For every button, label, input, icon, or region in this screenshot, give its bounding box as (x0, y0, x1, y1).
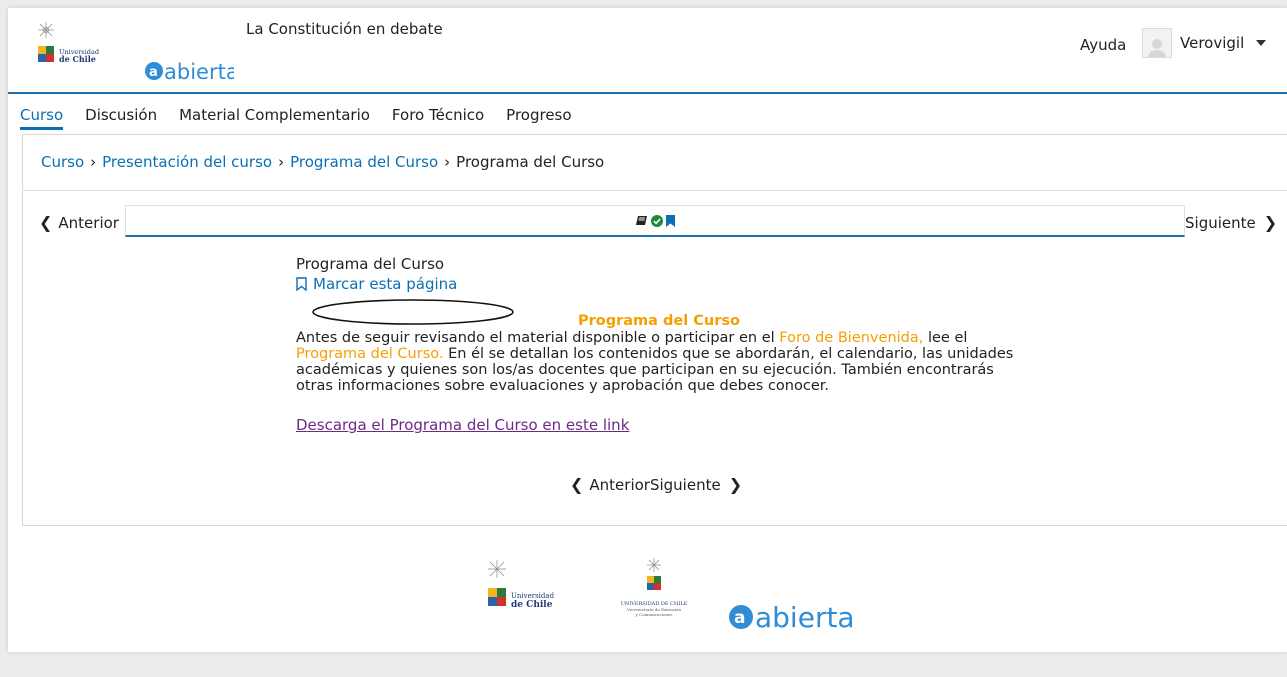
svg-text:y Comunicaciones: y Comunicaciones (635, 612, 673, 617)
content-heading: Programa del Curso (578, 313, 740, 329)
download-program-link[interactable]: Descarga el Programa del Curso en este l… (296, 416, 629, 434)
bookmark-button[interactable]: Marcar esta página (296, 275, 457, 293)
star-icon (488, 560, 506, 578)
star-icon (647, 558, 661, 572)
breadcrumb-separator: › (90, 153, 97, 171)
bottom-sequence-nav: ❮ Anterior Siguiente ❯ (570, 475, 742, 494)
header: Universidad de Chile a abierta La Consti… (8, 8, 1287, 92)
bookmark-label: Marcar esta página (313, 275, 458, 293)
footer-university-logo[interactable]: Universidad de Chile (485, 558, 585, 632)
course-title: La Constitución en debate (246, 20, 443, 38)
username: Verovigil (1180, 34, 1245, 52)
bottom-next-button[interactable]: Siguiente ❯ (650, 475, 742, 494)
svg-text:a: a (734, 608, 745, 628)
paragraph-text: lee el (923, 330, 968, 346)
footer-vicerrectoria-logo[interactable]: UNIVERSIDAD DE CHILE Vicerrectoría de Ex… (611, 556, 711, 632)
footer-abierta-logo[interactable]: a abierta (728, 600, 858, 638)
sequence-next-label: Siguiente (1185, 213, 1256, 232)
bottom-prev-label: Anterior (589, 475, 650, 494)
tab-discusion[interactable]: Discusión (85, 106, 157, 130)
svg-text:Universidad: Universidad (511, 592, 555, 600)
tab-foro-tecnico[interactable]: Foro Técnico (392, 106, 484, 130)
chevron-left-icon: ❮ (39, 213, 53, 232)
avatar (1142, 28, 1172, 58)
breadcrumb: Curso › Presentación del curso › Programa de… (41, 153, 604, 171)
content-paragraph: Antes de seguir revisando el material di… (296, 330, 1016, 394)
check-circle-icon (650, 214, 663, 227)
breadcrumb-current: Programa del Curso (456, 153, 605, 171)
breadcrumb-link-programa[interactable]: Programa del Curso (290, 153, 438, 171)
bottom-next-label: Siguiente (649, 475, 721, 494)
breadcrumb-divider (23, 190, 1287, 191)
svg-text:abierta: abierta (164, 60, 234, 84)
programa-reference: Programa del Curso. (296, 346, 444, 362)
tab-progreso[interactable]: Progreso (506, 106, 571, 130)
course-content-frame: Curso › Presentación del curso › Programa de… (22, 134, 1287, 526)
unit-title: Programa del Curso (296, 255, 445, 273)
paragraph-text: Antes de seguir revisando el material di… (296, 330, 780, 346)
university-logo[interactable]: Universidad de Chile (36, 20, 136, 90)
breadcrumb-separator: › (278, 153, 285, 171)
bookmark-outline-icon (296, 277, 307, 291)
sequence-prev-button[interactable]: ❮ Anterior (39, 213, 119, 232)
svg-text:de Chile: de Chile (511, 600, 553, 610)
abierta-logo[interactable]: a abierta (144, 60, 239, 88)
breadcrumb-link-presentacion[interactable]: Presentación del curso (102, 153, 272, 171)
sequence-bar (125, 205, 1185, 237)
foro-bienvenida-reference: Foro de Bienvenida, (779, 330, 924, 346)
breadcrumb-link-curso[interactable]: Curso (41, 153, 84, 171)
header-divider (8, 92, 1287, 94)
book-icon (635, 216, 647, 225)
chevron-right-icon: ❯ (728, 475, 743, 494)
user-menu[interactable]: Verovigil (1142, 28, 1267, 58)
page: Universidad de Chile a abierta La Consti… (8, 8, 1287, 652)
star-icon (38, 22, 54, 38)
chevron-left-icon: ❮ (570, 475, 584, 494)
chevron-right-icon: ❯ (1263, 213, 1278, 232)
caret-down-icon[interactable] (1256, 40, 1267, 46)
tab-curso[interactable]: Curso (20, 106, 64, 130)
help-link[interactable]: Ayuda (1080, 36, 1126, 54)
course-tabs: Curso Discusión Material Complementario … (20, 106, 594, 130)
bottom-prev-button[interactable]: ❮ Anterior (570, 475, 650, 494)
annotation-ellipse (312, 299, 514, 325)
tab-material-complementario[interactable]: Material Complementario (179, 106, 370, 130)
svg-text:abierta: abierta (755, 601, 855, 634)
breadcrumb-separator: › (444, 153, 451, 171)
svg-text:de Chile: de Chile (59, 54, 96, 64)
svg-text:a: a (149, 65, 158, 80)
sequence-unit-tab[interactable] (635, 214, 675, 227)
bookmark-icon (665, 214, 675, 227)
sequence-next-button[interactable]: Siguiente ❯ (1185, 213, 1277, 232)
sequence-prev-label: Anterior (58, 213, 119, 232)
